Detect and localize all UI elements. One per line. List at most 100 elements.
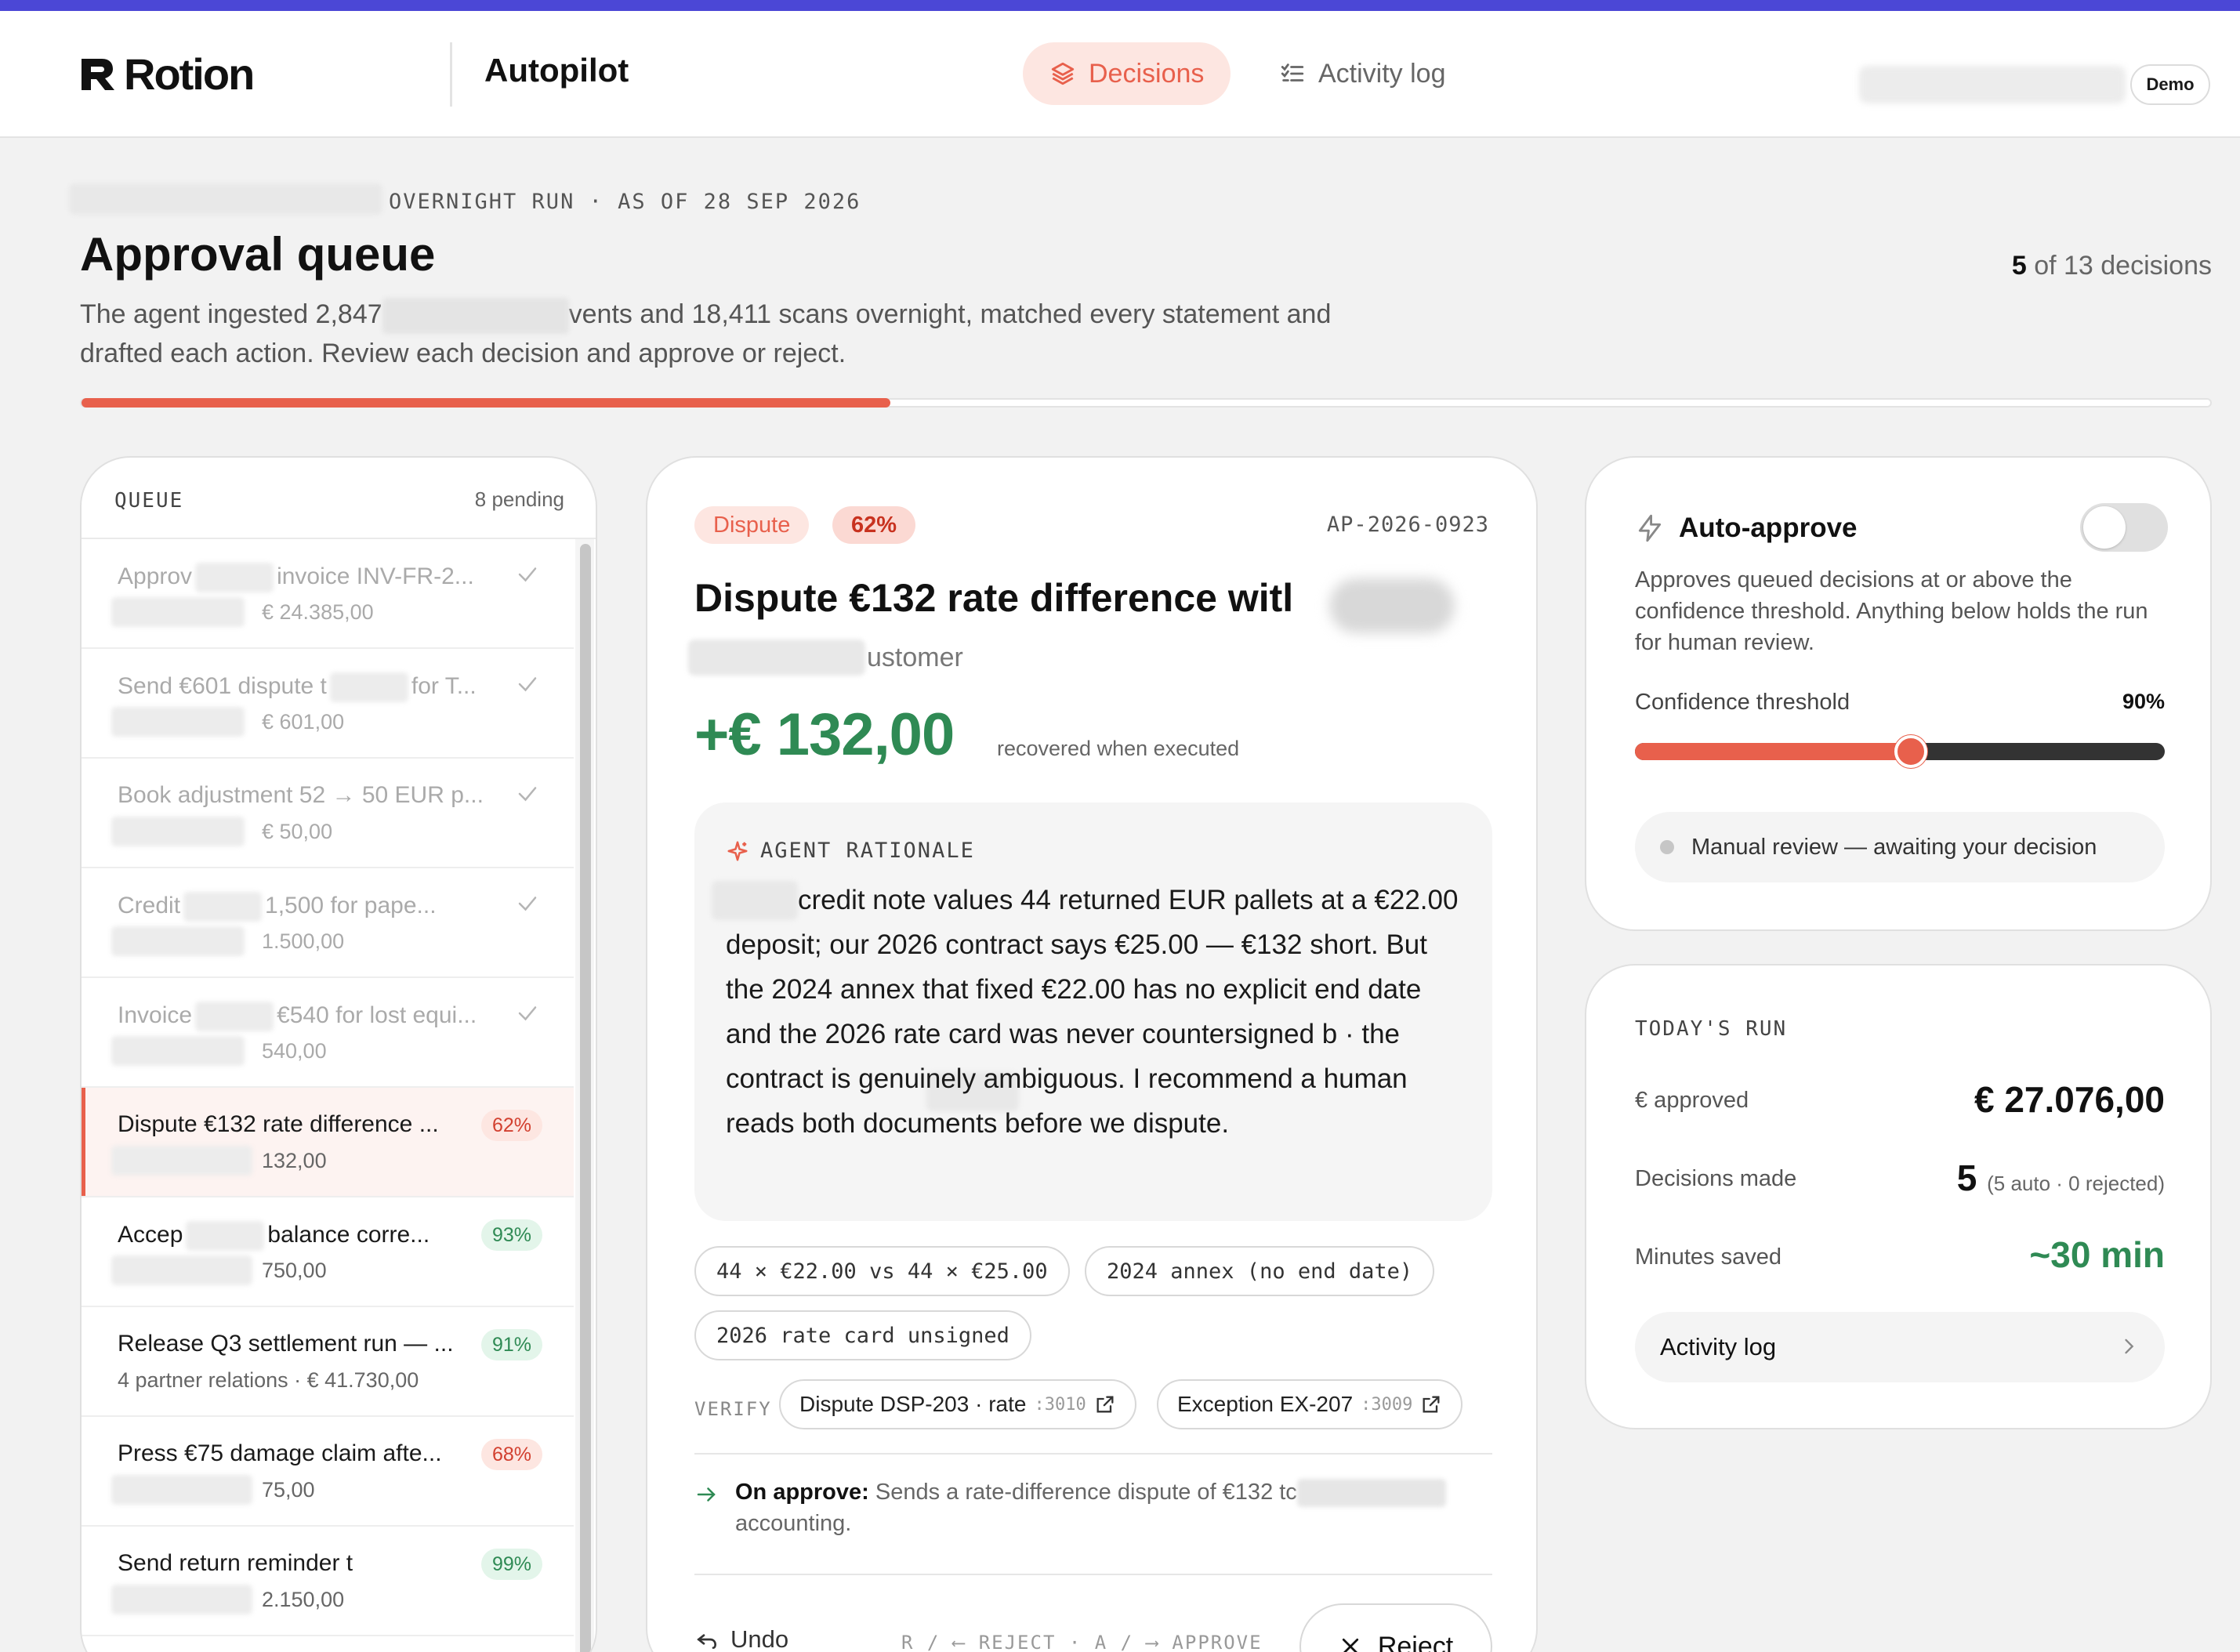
queue-item-meta: 540,00 <box>262 1039 327 1063</box>
tab-decisions[interactable]: Decisions <box>1023 42 1231 105</box>
recovery-note: recovered when executed <box>997 737 1240 760</box>
app-title: Autopilot <box>484 52 629 89</box>
tab-activity-log[interactable]: Activity log <box>1252 42 1473 105</box>
evidence-chip-rate-card[interactable]: 2026 rate card unsigned <box>694 1310 1031 1360</box>
redacted-counterparty <box>111 1475 252 1505</box>
queue-panel: QUEUE 8 pending Approv invoice INV-FR-2..… <box>80 456 597 1652</box>
decisions-made-label: Decisions made <box>1635 1166 1797 1191</box>
manual-review-text: Manual review — awaiting your decision <box>1691 834 2097 860</box>
undo-button[interactable]: Undo <box>694 1625 788 1652</box>
verify-link-dispute[interactable]: Dispute DSP-203 · rate :3010 <box>779 1379 1136 1429</box>
redacted-counterparty <box>111 707 245 737</box>
queue-item-title-part: Invoice <box>118 1002 193 1028</box>
recovery-amount: +€ 132,00 <box>694 701 955 768</box>
queue-scrollbar-thumb[interactable] <box>580 544 591 1652</box>
queue-item-title: Book adjustment 52 → 50 EUR p... <box>118 782 484 809</box>
divider <box>694 1574 1492 1575</box>
sparkle-icon <box>727 841 748 860</box>
verify-link-exception-port: :3009 <box>1361 1394 1413 1415</box>
checklist-icon <box>1281 63 1304 82</box>
queue-item-meta: 75,00 <box>262 1478 315 1502</box>
top-accent-stripe <box>0 0 2240 11</box>
progress-fill <box>82 398 891 408</box>
queue-item-title: Send return reminder t <box>118 1550 353 1577</box>
queue-item-meta: € 50,00 <box>262 820 333 843</box>
auto-approve-title: Auto-approve <box>1679 513 1858 543</box>
evidence-chip-annex[interactable]: 2024 annex (no end date) <box>1085 1246 1435 1296</box>
rotion-logo-icon <box>82 59 114 90</box>
layers-icon <box>1051 62 1075 85</box>
queue-item[interactable]: Approv invoice INV-FR-2... € 24.385,00 <box>82 539 574 649</box>
reject-button[interactable]: Reject <box>1299 1603 1492 1652</box>
queue-pending-count: 8 pending <box>474 487 564 511</box>
demo-badge[interactable]: Demo <box>2130 64 2210 105</box>
redacted-name <box>183 892 263 922</box>
undo-label: Undo <box>730 1625 789 1652</box>
queue-item-meta: € 601,00 <box>262 710 345 734</box>
queue-item[interactable]: Release Q3 settlement run — ... 4 partner… <box>82 1307 574 1417</box>
decision-title: Dispute €132 rate difference witl <box>694 576 1294 620</box>
confidence-badge: 68% <box>480 1439 542 1470</box>
check-icon <box>518 677 537 692</box>
verify-link-dispute-port: :3010 <box>1034 1394 1086 1415</box>
threshold-slider[interactable] <box>1635 735 2165 768</box>
redacted-org <box>69 183 382 215</box>
auto-approve-description: Approves queued decisions at or above th… <box>1635 567 2148 655</box>
queue-item[interactable]: Send return reminder t 2.150,00 99% <box>82 1527 574 1636</box>
check-icon <box>518 1006 537 1021</box>
tab-decisions-label: Decisions <box>1089 58 1205 89</box>
queue-item-title-part: invoice INV-FR-2... <box>277 563 474 589</box>
auto-approve-title-row: Auto-approve <box>1635 513 1858 544</box>
queue-item-meta: 2.150,00 <box>262 1588 345 1611</box>
decision-id: AP-2026-0923 <box>1326 513 1489 537</box>
decisions-made-note: (5 auto · 0 rejected) <box>1987 1172 2165 1195</box>
verify-label: VERIFY <box>694 1398 772 1420</box>
queue-item-title-part: Send €601 dispute t <box>118 672 327 699</box>
user-name-redacted <box>1859 66 2126 103</box>
confidence-badge: 91% <box>480 1329 542 1360</box>
queue-item-title-part: balance corre... <box>267 1221 430 1248</box>
redacted-counterparty <box>111 1585 252 1614</box>
queue-item[interactable]: Invoice €540 for lost equi... 540,00 <box>82 978 574 1088</box>
on-approve-label: On approve: <box>735 1480 869 1505</box>
decisions-made-value: 5 (5 auto · 0 rejected) <box>1957 1157 2165 1199</box>
auto-approve-panel: Auto-approve Approves queued decisions a… <box>1585 456 2212 931</box>
redacted-counterparty <box>111 1146 252 1176</box>
queue-item[interactable]: Credit 1,500 for pape... 1.500,00 <box>82 868 574 978</box>
queue-item[interactable]: Accep balance corre... 750,00 93% <box>82 1197 574 1307</box>
queue-item[interactable]: Press €75 damage claim afte... 75,00 68% <box>82 1417 574 1527</box>
progress-bar <box>80 398 2212 408</box>
queue-item-title: Invoice €540 for lost equi... <box>118 1002 477 1031</box>
evidence-chip-rates[interactable]: 44 × €22.00 vs 44 × €25.00 <box>694 1246 1070 1296</box>
counter-current: 5 <box>2011 251 2027 281</box>
queue-item[interactable]: Send €601 dispute t for T... € 601,00 <box>82 649 574 759</box>
todays-run-panel: TODAY'S RUN € approved € 27.076,00 Decis… <box>1585 964 2212 1429</box>
redacted-recipient <box>1296 1479 1446 1508</box>
confidence-badge: 93% <box>480 1219 542 1251</box>
verify-link-exception[interactable]: Exception EX-207 :3009 <box>1157 1379 1463 1429</box>
queue-item[interactable]: Book adjustment 52 → 50 EUR p... € 50,00 <box>82 759 574 868</box>
threshold-value: 90% <box>2122 690 2165 713</box>
header-divider <box>450 42 452 107</box>
on-approve-note: On approve: Sends a rate-difference disp… <box>694 1476 1478 1539</box>
queue-item-title-part: 1,500 for pape... <box>265 892 437 918</box>
threshold-slider-handle[interactable] <box>1894 735 1927 768</box>
queue-list: Approv invoice INV-FR-2... € 24.385,00 Send… <box>82 539 574 1636</box>
queue-item-title-part: Accep <box>118 1221 183 1248</box>
logo[interactable]: Rotion <box>78 49 255 99</box>
queue-item-title-part: Approv <box>118 563 193 589</box>
decision-detail-panel: Dispute 62% AP-2026-0923 Dispute €132 ra… <box>646 456 1538 1652</box>
tab-activity-log-label: Activity log <box>1318 58 1446 89</box>
todays-run-label: TODAY'S RUN <box>1635 1017 1788 1041</box>
queue-label: QUEUE <box>114 489 184 513</box>
activity-log-button[interactable]: Activity log <box>1635 1312 2165 1382</box>
run-eyebrow: OVERNIGHT RUN · AS OF 28 SEP 2026 <box>389 190 861 214</box>
redacted-counterparty <box>1329 578 1455 633</box>
rationale-label-row: AGENT RATIONALE <box>726 839 975 863</box>
threshold-label: Confidence threshold <box>1635 690 1850 715</box>
minutes-saved-value: ~30 min <box>2029 1234 2165 1275</box>
confidence-badge: 62% <box>832 506 916 544</box>
queue-item[interactable]: Dispute €132 rate difference ... 132,00 62… <box>82 1088 574 1197</box>
auto-approve-toggle[interactable] <box>2080 503 2168 552</box>
redacted-name <box>329 672 408 702</box>
